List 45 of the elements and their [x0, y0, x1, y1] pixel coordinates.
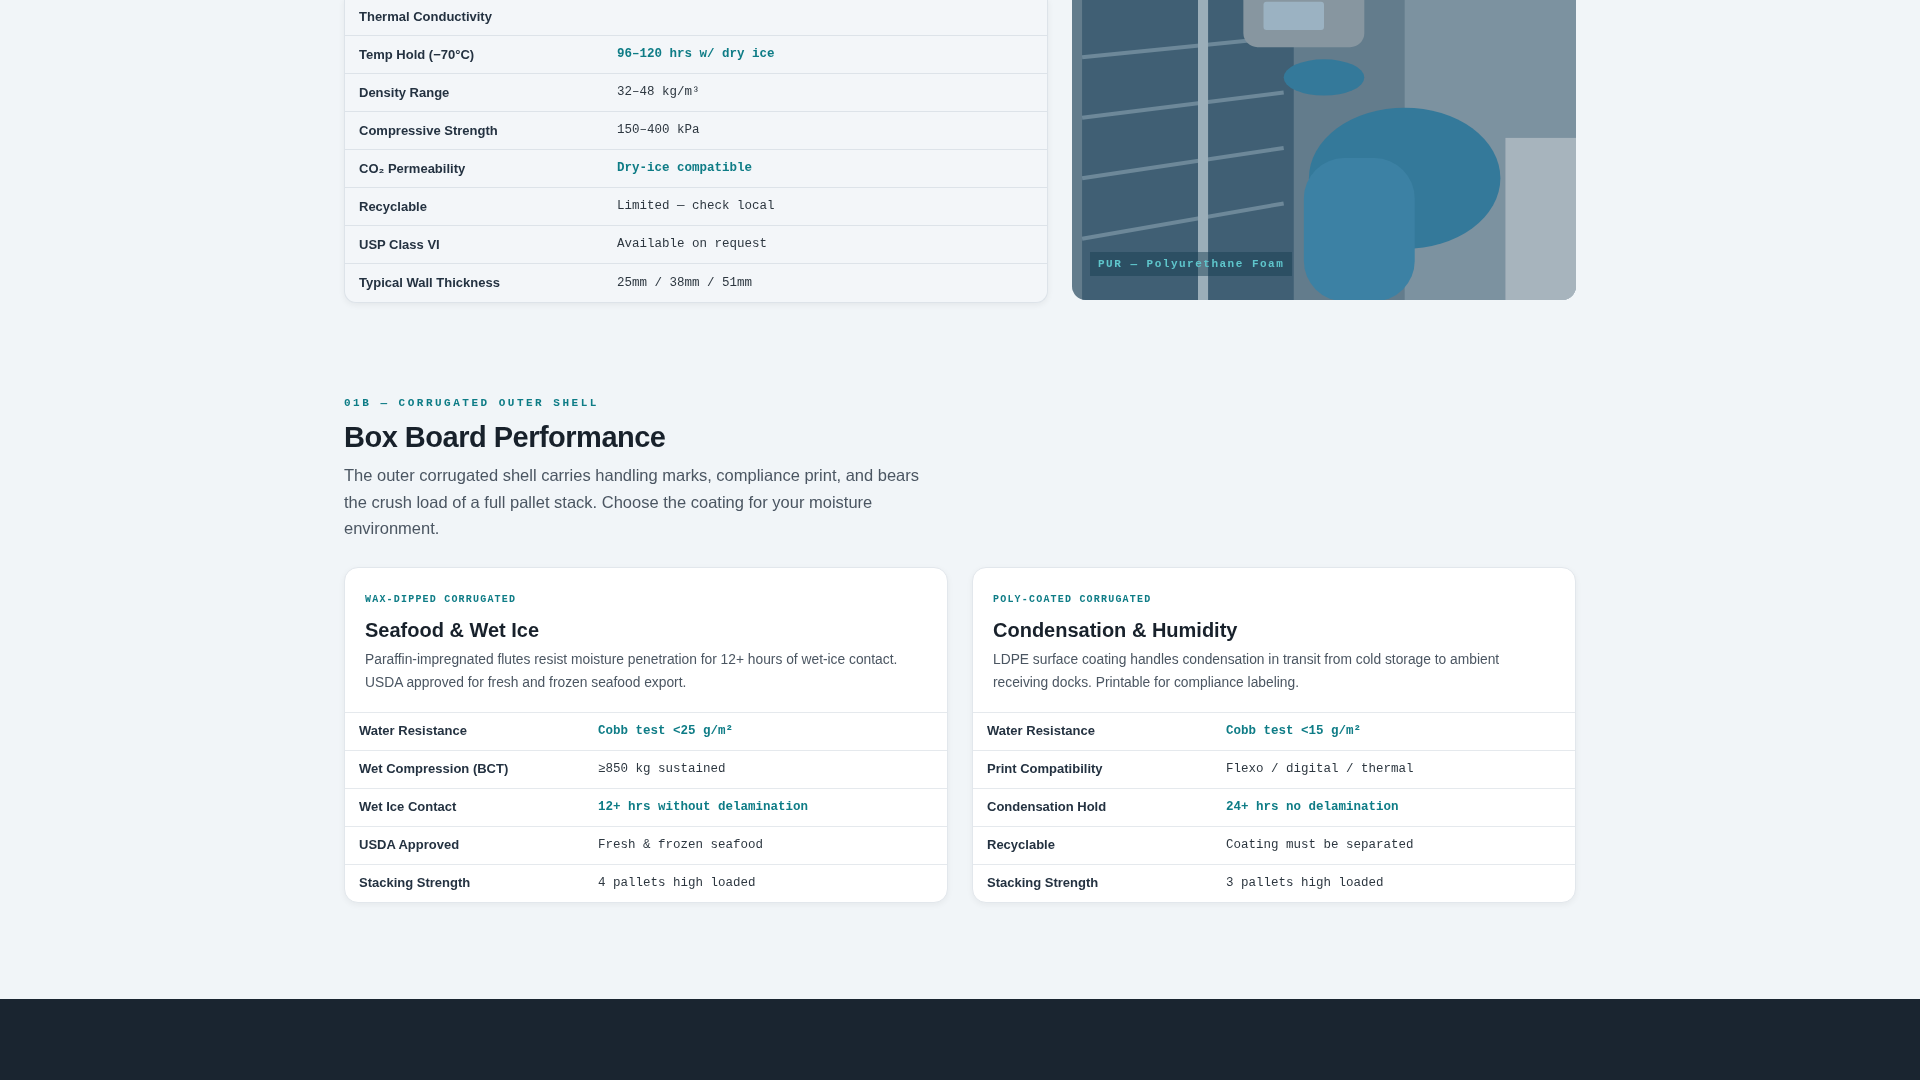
spec-label: USP Class VI: [358, 235, 441, 254]
section-eyebrow: 01B — CORRUGATED OUTER SHELL: [344, 396, 600, 411]
spec-value: 4 pallets high loaded: [598, 874, 756, 892]
card-eyebrow: WAX-DIPPED CORRUGATED: [365, 593, 518, 608]
spec-value: 32–48 kg/m³: [617, 84, 700, 102]
card-description: Paraffin-impregnated flutes resist moisture penetration for 12+ hours of wet-ice contact. USDA approved for fresh and frozen seafood export.: [365, 651, 899, 692]
card-title: Seafood & Wet Ice: [365, 618, 541, 644]
spec-label: USDA Approved: [358, 836, 461, 855]
spec-label: Recyclable: [986, 836, 1056, 855]
section-title: Box Board Performance: [344, 419, 667, 455]
card-description: LDPE surface coating handles condensation in transit from cold storage to ambient receiving docks. Printable for compliance labeling.: [993, 651, 1501, 692]
spec-label: Thermal Conductivity: [358, 7, 493, 26]
spec-value: Available on request: [617, 236, 768, 254]
spec-value: 96–120 hrs w/ dry ice: [617, 46, 775, 64]
spec-label: Stacking Strength: [358, 874, 472, 893]
spec-value: ≥850 kg sustained: [598, 760, 726, 778]
section-intro: The outer corrugated shell carries handling marks, compliance print, and bears the crush load of a full pallet stack. Choose the coating for your moisture environment.: [344, 465, 921, 540]
spec-label: Recyclable: [358, 197, 428, 216]
spec-label: Temp Hold (−70°C): [358, 45, 476, 64]
spec-label: Water Resistance: [358, 722, 468, 741]
spec-label: Water Resistance: [986, 722, 1096, 741]
spec-value: 12+ hrs without delamination: [598, 798, 809, 816]
spec-value: Coating must be separated: [1226, 836, 1414, 854]
spec-label: CO₂ Permeability: [358, 159, 467, 178]
spec-value: Cobb test <25 g/m²: [598, 722, 734, 740]
spec-value: 25mm / 38mm / 51mm: [617, 274, 753, 292]
card-title: Condensation & Humidity: [993, 618, 1239, 644]
spec-value: Dry-ice compatible: [617, 160, 753, 178]
spec-label: Stacking Strength: [986, 874, 1100, 893]
spec-value: Flexo / digital / thermal: [1226, 760, 1414, 778]
spec-label: Density Range: [358, 83, 451, 102]
spec-value: Cobb test <15 g/m²: [1226, 722, 1362, 740]
photo-caption: PUR — Polyurethane Foam: [1090, 251, 1293, 276]
spec-label: Compressive Strength: [358, 121, 499, 140]
spec-value: 24+ hrs no delamination: [1226, 798, 1399, 816]
spec-value: Fresh & frozen seafood: [598, 836, 764, 854]
spec-value: 3 pallets high loaded: [1226, 874, 1384, 892]
spec-label: Condensation Hold: [986, 798, 1108, 817]
card-eyebrow: POLY-COATED CORRUGATED: [993, 593, 1153, 608]
spec-label: Wet Ice Contact: [358, 798, 458, 817]
spec-label: Print Compatibility: [986, 760, 1104, 779]
spec-value: 150–400 kPa: [617, 122, 700, 140]
spec-label: Wet Compression (BCT): [358, 760, 510, 779]
spec-label: Typical Wall Thickness: [358, 274, 501, 293]
spec-value: Limited — check local: [617, 198, 775, 216]
